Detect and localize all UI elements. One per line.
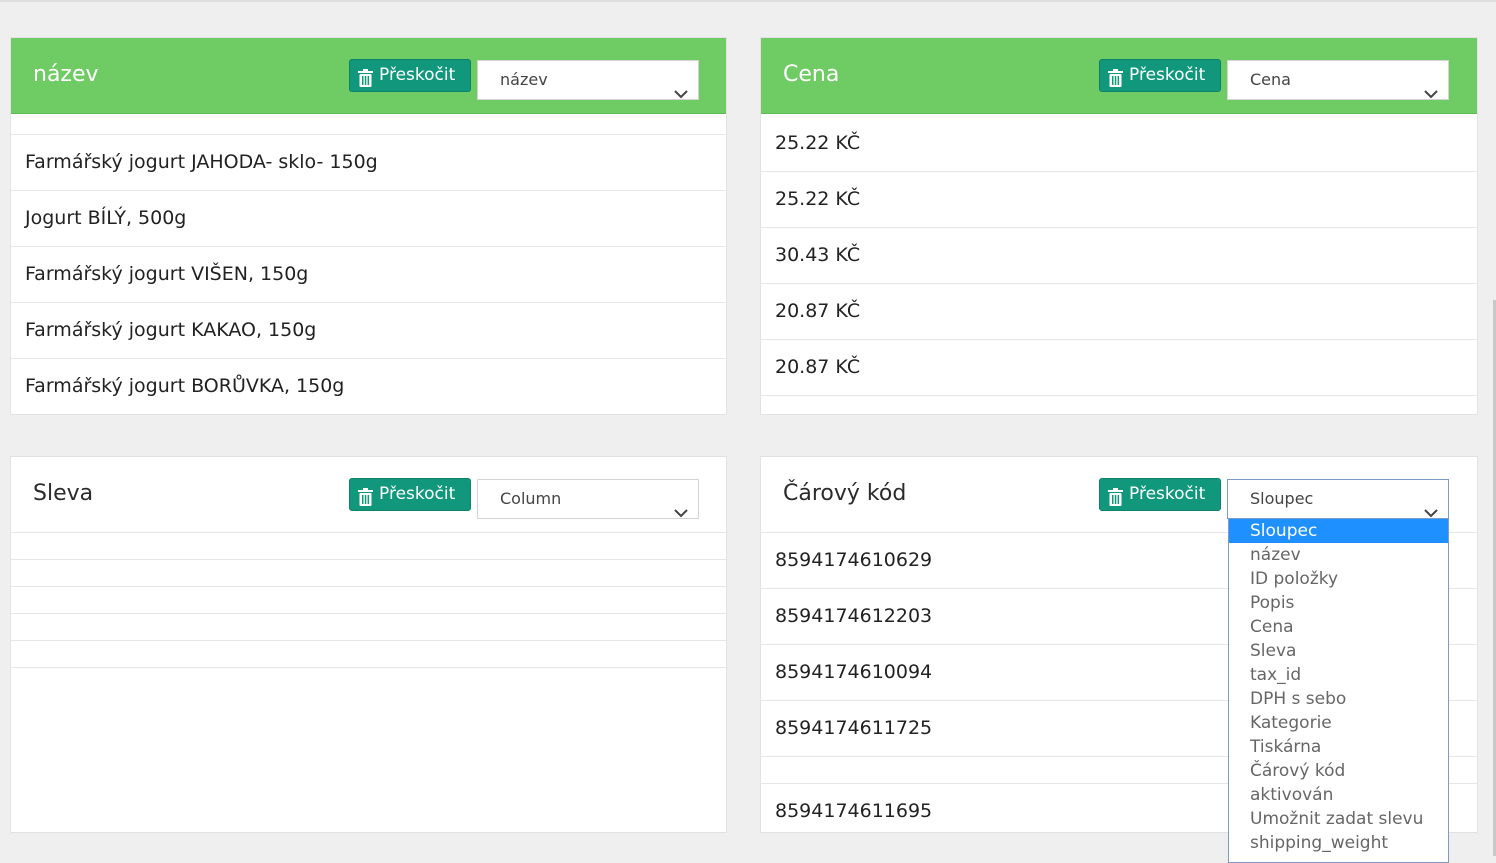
skip-button-label: Přeskočit: [379, 65, 456, 85]
dropdown-option[interactable]: Tiskárna: [1229, 735, 1448, 759]
list-item: Farmářský jogurt BORŮVKA, 150g: [11, 359, 726, 414]
panel-title: Cena: [783, 62, 840, 87]
dropdown-option[interactable]: shipping_weight: [1229, 831, 1448, 855]
dropdown-option-selected[interactable]: Sloupec: [1229, 519, 1448, 543]
trash-icon: [358, 486, 373, 517]
value-list: Farmářský jogurt JAHODA- sklo- 150g Jogu…: [11, 114, 726, 414]
panel-title: Sleva: [33, 481, 94, 506]
list-item: Farmářský jogurt VIŠEN, 150g: [11, 247, 726, 303]
list-item: [11, 641, 726, 668]
panel-sleva: Sleva Přeskočit Column: [10, 456, 727, 833]
skip-button[interactable]: Přeskočit: [1099, 59, 1221, 92]
skip-button-label: Přeskočit: [379, 484, 456, 504]
column-select-value: Sloupec: [1250, 489, 1314, 508]
dropdown-option[interactable]: DPH s sebo: [1229, 687, 1448, 711]
list-item: 30.43 KČ: [761, 228, 1477, 284]
value-list: [11, 533, 726, 668]
trash-icon: [1108, 486, 1123, 517]
list-item: 20.87 KČ: [761, 340, 1477, 396]
skip-button[interactable]: Přeskočit: [1099, 478, 1221, 511]
list-item: [11, 587, 726, 614]
panel-title: Čárový kód: [783, 481, 907, 506]
dropdown-option[interactable]: tax_id: [1229, 663, 1448, 687]
skip-button-label: Přeskočit: [1129, 484, 1206, 504]
dropdown-option[interactable]: Sleva: [1229, 639, 1448, 663]
skip-button[interactable]: Přeskočit: [349, 59, 471, 92]
dropdown-option[interactable]: aktivován: [1229, 783, 1448, 807]
skip-button-label: Přeskočit: [1129, 65, 1206, 85]
list-item: Jogurt BÍLÝ, 500g: [11, 191, 726, 247]
column-select[interactable]: Cena: [1227, 60, 1449, 100]
dropdown-option[interactable]: název: [1229, 543, 1448, 567]
dropdown-option[interactable]: Cena: [1229, 615, 1448, 639]
skip-button[interactable]: Přeskočit: [349, 478, 471, 511]
column-select-value: Cena: [1250, 70, 1291, 89]
panel-header: Cena Přeskočit Cena: [761, 38, 1477, 114]
chevron-down-icon: [674, 494, 688, 532]
top-divider: [0, 0, 1496, 2]
trash-icon: [358, 67, 373, 98]
list-item: [11, 533, 726, 560]
list-item: 25.22 KČ: [761, 172, 1477, 228]
trash-icon: [1108, 67, 1123, 98]
panel-header: Sleva Přeskočit Column: [11, 457, 726, 533]
column-select-dropdown: Sloupec název ID položky Popis Cena Slev…: [1228, 518, 1449, 863]
list-item: Farmářský jogurt KAKAO, 150g: [11, 303, 726, 359]
chevron-down-icon: [1424, 75, 1438, 113]
dropdown-option[interactable]: Popis: [1229, 591, 1448, 615]
column-select[interactable]: Sloupec: [1227, 479, 1449, 519]
panel-cena: Cena Přeskočit Cena 25.22 KČ 25.22 KČ 30…: [760, 37, 1478, 415]
list-item: [11, 560, 726, 587]
list-item: [11, 114, 726, 135]
panel-header: název Přeskočit název: [11, 38, 726, 114]
list-item: 20.87 KČ: [761, 284, 1477, 340]
list-item: 25.22 KČ: [761, 116, 1477, 172]
dropdown-option[interactable]: Kategorie: [1229, 711, 1448, 735]
column-select[interactable]: Column: [477, 479, 699, 519]
chevron-down-icon: [674, 75, 688, 113]
value-list: 25.22 KČ 25.22 KČ 30.43 KČ 20.87 KČ 20.8…: [761, 116, 1477, 396]
dropdown-option[interactable]: Umožnit zadat slevu: [1229, 807, 1448, 831]
column-select[interactable]: název: [477, 60, 699, 100]
panel-nazev: název Přeskočit název Farmářský jogurt J…: [10, 37, 727, 415]
list-item: Farmářský jogurt JAHODA- sklo- 150g: [11, 135, 726, 191]
list-item: [11, 614, 726, 641]
dropdown-option[interactable]: Čárový kód: [1229, 759, 1448, 783]
column-select-value: název: [500, 70, 548, 89]
column-select-value: Column: [500, 489, 562, 508]
dropdown-option[interactable]: ID položky: [1229, 567, 1448, 591]
panel-title: název: [33, 62, 99, 87]
